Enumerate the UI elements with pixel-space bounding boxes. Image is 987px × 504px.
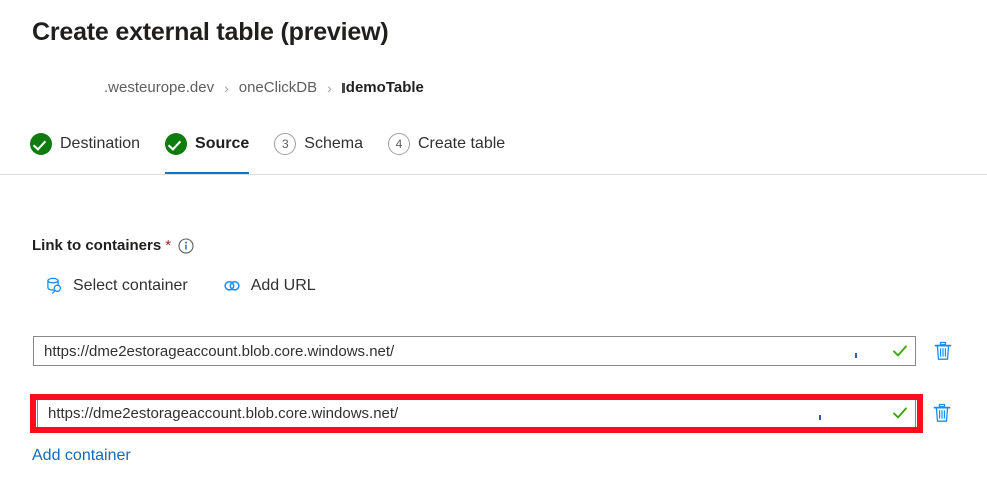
select-container-button[interactable]: Select container xyxy=(44,276,188,296)
step-source[interactable]: Source xyxy=(165,128,250,175)
step-label-create-table: Create table xyxy=(418,135,506,152)
text-artifact xyxy=(819,415,821,420)
link-to-containers-label: Link to containers * xyxy=(32,237,194,254)
container-url-input[interactable]: https://dme2estorageaccount.blob.core.wi… xyxy=(37,398,916,428)
container-url-value: https://dme2estorageaccount.blob.core.wi… xyxy=(48,404,399,422)
check-icon xyxy=(30,133,52,155)
field-label-text: Link to containers xyxy=(32,237,162,254)
select-container-label: Select container xyxy=(73,277,188,294)
container-row: https://dme2estorageaccount.blob.core.wi… xyxy=(0,336,955,366)
add-url-button[interactable]: Add URL xyxy=(222,276,316,296)
link-icon xyxy=(222,276,242,296)
required-asterisk: * xyxy=(165,237,172,254)
step-number-3: 3 xyxy=(274,133,297,155)
step-label-destination: Destination xyxy=(60,135,141,152)
step-create-table[interactable]: 4 Create table xyxy=(388,128,505,160)
container-url-field-wrapper: https://dme2estorageaccount.blob.core.wi… xyxy=(33,336,916,366)
container-url-value: https://dme2estorageaccount.blob.core.wi… xyxy=(44,342,395,360)
breadcrumb-separator-icon: › xyxy=(327,79,332,96)
container-actions: Select container Add URL xyxy=(44,276,350,296)
step-schema[interactable]: 3 Schema xyxy=(274,128,363,160)
header-divider xyxy=(0,174,987,175)
step-destination[interactable]: Destination xyxy=(30,128,140,160)
step-label-source: Source xyxy=(195,135,250,152)
breadcrumb-item-table: demoTable xyxy=(345,79,424,96)
info-icon[interactable] xyxy=(178,237,194,254)
database-search-icon xyxy=(44,276,64,296)
delete-container-button[interactable] xyxy=(931,339,955,363)
step-label-schema: Schema xyxy=(304,135,363,152)
container-url-input[interactable]: https://dme2estorageaccount.blob.core.wi… xyxy=(33,336,916,366)
trash-icon xyxy=(933,403,951,422)
delete-container-button[interactable] xyxy=(930,401,954,425)
breadcrumb: .westeurope.dev › oneClickDB › demoTable xyxy=(104,79,424,96)
wizard-stepper: Destination Source 3 Schema 4 Create tab… xyxy=(30,128,530,176)
valid-check-icon xyxy=(892,405,908,421)
trash-icon xyxy=(934,341,952,360)
page-title: Create external table (preview) xyxy=(32,18,389,46)
breadcrumb-item-database[interactable]: oneClickDB xyxy=(239,79,317,96)
check-icon xyxy=(165,133,188,155)
container-url-field-wrapper: https://dme2estorageaccount.blob.core.wi… xyxy=(37,398,916,428)
breadcrumb-artifact xyxy=(341,82,345,93)
text-artifact xyxy=(855,353,857,358)
step-number-4: 4 xyxy=(388,133,410,155)
breadcrumb-separator-icon: › xyxy=(224,79,229,96)
add-url-label: Add URL xyxy=(250,277,316,294)
breadcrumb-item-workspace[interactable]: .westeurope.dev xyxy=(104,79,214,96)
valid-check-icon xyxy=(892,343,908,359)
add-container-link[interactable]: Add container xyxy=(32,447,131,465)
container-row: https://dme2estorageaccount.blob.core.wi… xyxy=(0,398,954,428)
